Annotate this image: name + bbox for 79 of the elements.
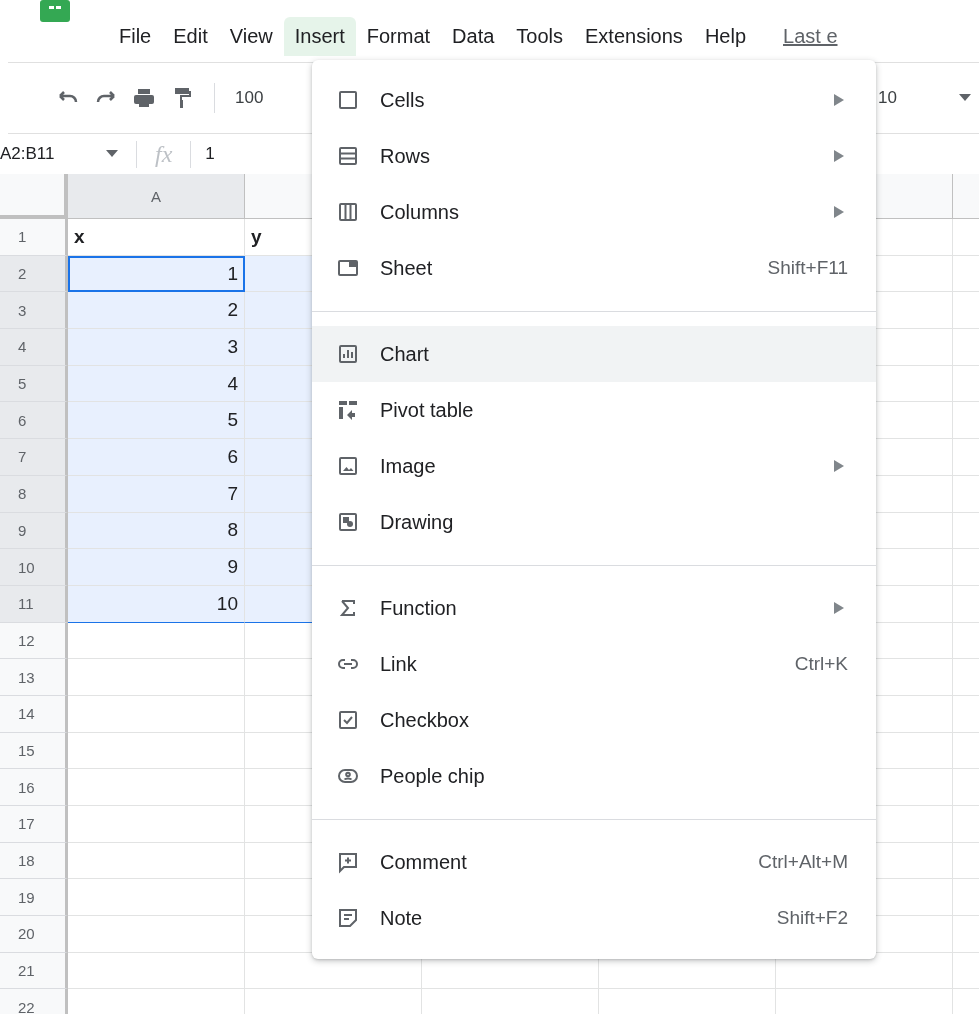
menu-item[interactable]: Insert	[283, 16, 356, 56]
menu-item[interactable]: Extensions	[574, 16, 694, 56]
menu-item[interactable]: Link Ctrl+K	[312, 636, 876, 692]
shortcut-label: Ctrl+Alt+M	[758, 851, 848, 873]
image-icon	[336, 454, 360, 478]
row-header[interactable]: 2	[0, 255, 68, 293]
menu-item[interactable]: Chart	[312, 326, 876, 382]
table-cell: 6	[68, 439, 245, 476]
drawing-icon	[336, 510, 360, 534]
menu-item[interactable]: Edit	[162, 16, 219, 56]
row-header[interactable]: 1	[0, 219, 68, 256]
table-cell: 5	[68, 402, 245, 440]
row-header[interactable]: 11	[0, 585, 68, 623]
row-header[interactable]: 7	[0, 439, 68, 476]
row-header[interactable]: 13	[0, 659, 68, 696]
menu-item[interactable]: Cells	[312, 72, 876, 128]
row-header[interactable]: 20	[0, 916, 68, 953]
menu-item[interactable]: Note Shift+F2	[312, 890, 876, 946]
rows-icon	[336, 144, 360, 168]
table-cell: 3	[68, 329, 245, 366]
table-cell: 8	[68, 512, 245, 550]
menu-item[interactable]: Format	[355, 16, 442, 56]
table-cell: 4	[68, 365, 245, 403]
row-header[interactable]: 22	[0, 989, 68, 1014]
note-icon	[336, 906, 360, 930]
square-icon	[336, 88, 360, 112]
column-header[interactable]: A	[68, 174, 245, 219]
menu-item[interactable]: People chip	[312, 748, 876, 804]
row-header[interactable]: 14	[0, 695, 68, 733]
row-header[interactable]: 9	[0, 512, 68, 550]
pivot-table-icon	[336, 398, 360, 422]
function-label: fx	[136, 140, 192, 168]
dropdown-caret-icon[interactable]	[959, 94, 971, 102]
menu-item[interactable]: Data	[441, 16, 506, 56]
menu-item[interactable]: Pivot table	[312, 382, 876, 438]
formula-field[interactable]: 1	[191, 144, 215, 164]
menu-item[interactable]: Help	[693, 16, 757, 56]
row-header[interactable]: 6	[0, 402, 68, 440]
menu-item[interactable]: File	[108, 16, 163, 56]
row-header[interactable]: 4	[0, 329, 68, 366]
chart-icon	[336, 342, 360, 366]
menu-item[interactable]: View	[218, 16, 284, 56]
menu-item[interactable]: Checkbox	[312, 692, 876, 748]
add-comment-icon	[336, 850, 360, 874]
row-header[interactable]: 8	[0, 475, 68, 513]
font-size-field[interactable]: 10	[878, 88, 897, 108]
menu-item[interactable]: Image	[312, 438, 876, 494]
menu-item[interactable]: Drawing	[312, 494, 876, 550]
table-cell: 7	[68, 475, 245, 513]
name-box[interactable]: A2:B11	[0, 144, 55, 164]
shortcut-label: Ctrl+K	[794, 653, 848, 675]
shortcut-label: Shift+F2	[776, 907, 848, 929]
menu-item[interactable]: Rows	[312, 128, 876, 184]
shortcut-label: Shift+F11	[767, 257, 848, 279]
row-header[interactable]: 16	[0, 769, 68, 806]
row-header[interactable]: 18	[0, 842, 68, 880]
row-header[interactable]: 12	[0, 622, 68, 660]
columns-icon	[336, 200, 360, 224]
checkbox-icon	[336, 708, 360, 732]
table-cell: 9	[68, 549, 245, 586]
table-cell: 10	[68, 585, 245, 623]
menu-item[interactable]: Comment Ctrl+Alt+M	[312, 834, 876, 890]
table-cell: x	[68, 219, 245, 256]
sheets-logo[interactable]	[40, 0, 70, 24]
last-edit-link[interactable]: Last e	[783, 24, 838, 48]
row-header[interactable]: 19	[0, 879, 68, 917]
dropdown-caret-icon[interactable]	[106, 150, 118, 158]
row-header[interactable]: 21	[0, 952, 68, 990]
menu-item[interactable]: Function	[312, 580, 876, 636]
row-header[interactable]: 15	[0, 732, 68, 770]
zoom-select[interactable]: 100	[235, 88, 264, 108]
row-header[interactable]: 3	[0, 292, 68, 330]
table-cell: 1	[68, 255, 245, 293]
print-icon[interactable]	[132, 86, 156, 110]
menu-item[interactable]: Tools	[505, 16, 575, 56]
row-header[interactable]: 17	[0, 806, 68, 843]
row-header[interactable]: 10	[0, 549, 68, 586]
row-header[interactable]: 5	[0, 365, 68, 403]
table-cell: 2	[68, 292, 245, 330]
